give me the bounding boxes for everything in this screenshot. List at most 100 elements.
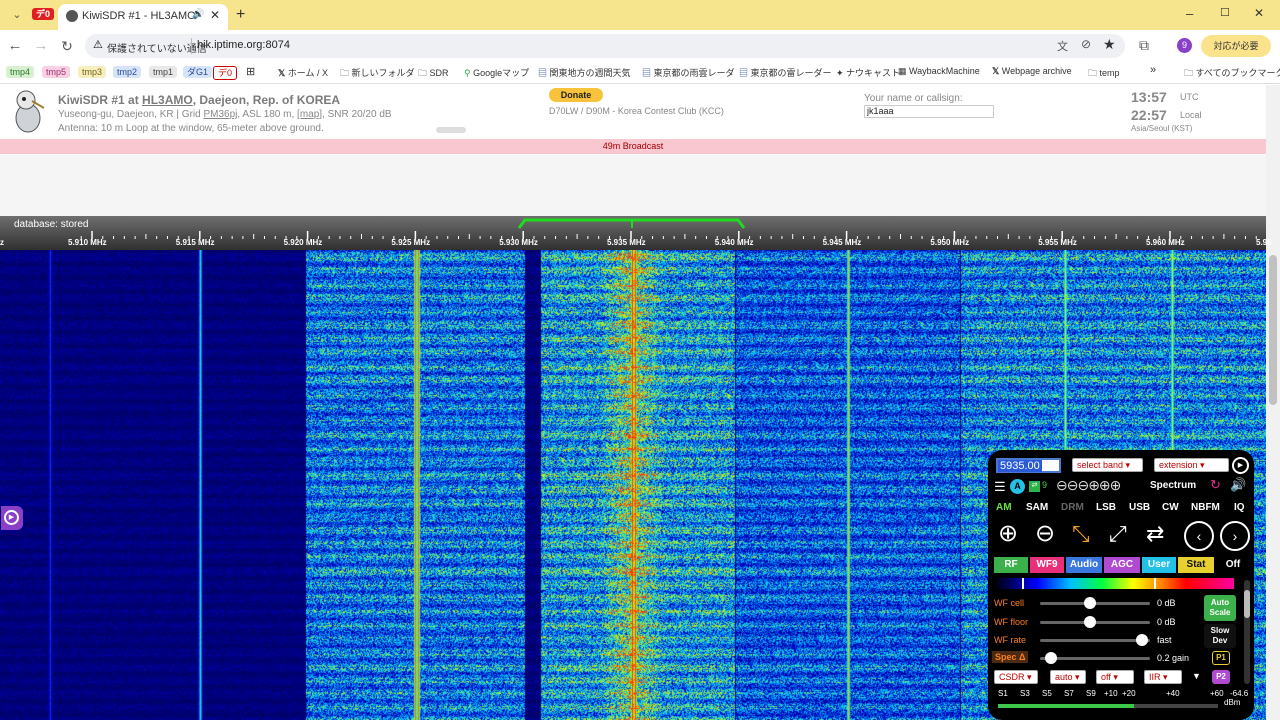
mode-cw[interactable]: CW: [1162, 502, 1179, 513]
apps-grid-icon[interactable]: ⊞: [246, 65, 255, 78]
active-tab[interactable]: KiwiSDR #1 - HL3AMO 🔊 ✕: [58, 4, 228, 30]
preset-p2-button[interactable]: P2: [1212, 670, 1230, 684]
bookmark-group-tmp4[interactable]: tmp4: [6, 66, 35, 78]
zoom-band-icon[interactable]: ⤡: [1072, 520, 1090, 548]
tab-off[interactable]: Off: [1216, 557, 1250, 573]
mode-lsb[interactable]: LSB: [1096, 502, 1116, 513]
callsign-link[interactable]: HL3AMO: [142, 93, 193, 107]
grid-link[interactable]: PM36pj: [203, 109, 237, 120]
bookmark-item[interactable]: ▤ 関東地方の週間天気: [538, 66, 631, 79]
extensions-icon[interactable]: ⧉: [1139, 37, 1149, 54]
vfo-a-button[interactable]: A: [1010, 479, 1025, 494]
page-left-icon[interactable]: ‹: [1184, 521, 1214, 551]
tab-agc[interactable]: AGC: [1104, 557, 1140, 573]
back-icon[interactable]: ←: [4, 35, 26, 57]
tab-stat[interactable]: Stat: [1178, 557, 1214, 573]
bookmark-item[interactable]: 🗀 SDR: [418, 66, 449, 82]
address-bar[interactable]: ⚠ 保護されていない通信 hik.iptime.org:8074 文 ⊘ ★: [85, 34, 1125, 58]
frequency-scale[interactable]: database: stored z 5.96 5.910 MHz 5.915 M…: [0, 216, 1272, 250]
spec-delta-button[interactable]: Spec Δ: [992, 651, 1029, 663]
zoom-out-icon[interactable]: ⊖: [1035, 520, 1055, 548]
wf-rate-knob[interactable]: [1136, 634, 1149, 646]
bookmark-group-de0[interactable]: デ0: [213, 66, 238, 80]
more-bookmarks-button[interactable]: »: [1150, 64, 1156, 76]
close-window-button[interactable]: ✕: [1254, 6, 1264, 20]
maximize-button[interactable]: ☐: [1220, 6, 1230, 19]
bookmark-item[interactable]: 🗀 新しいフォルダ: [340, 66, 415, 82]
donate-button[interactable]: Donate: [549, 88, 603, 102]
wf-floor-knob[interactable]: [1083, 616, 1096, 628]
bookmark-group-tmp1[interactable]: tmp1: [149, 66, 178, 78]
close-tab-icon[interactable]: ✕: [210, 8, 220, 22]
page-right-icon[interactable]: ›: [1220, 521, 1250, 551]
url-text[interactable]: hik.iptime.org:8074: [197, 39, 290, 51]
refresh-icon[interactable]: ↻: [1210, 477, 1221, 493]
tab-group-badge[interactable]: デ0: [32, 8, 55, 20]
minimize-button[interactable]: –: [1186, 6, 1193, 21]
volume-icon[interactable]: 🔊: [1230, 477, 1246, 493]
spectrum-button[interactable]: Spectrum: [1150, 480, 1196, 491]
collapse-header-handle[interactable]: [436, 127, 466, 133]
play-icon[interactable]: ▶: [1232, 457, 1249, 474]
wf-cell-knob[interactable]: [1083, 597, 1096, 609]
zoom-max-icon[interactable]: ⤢: [1109, 520, 1127, 548]
side-panel-toggle[interactable]: ▶: [1, 506, 23, 530]
menu-icon[interactable]: ☰: [994, 479, 1006, 495]
zoom-in-icon[interactable]: ⊕: [998, 520, 1018, 548]
mode-sam[interactable]: SAM: [1026, 502, 1048, 513]
tab-wf[interactable]: WF9: [1030, 557, 1064, 573]
noise-select[interactable]: auto ▾: [1050, 670, 1086, 684]
iir-select[interactable]: IIR ▾: [1144, 670, 1182, 684]
colormap-min-marker[interactable]: [1022, 578, 1024, 589]
tab-rf[interactable]: RF: [994, 557, 1028, 573]
tab-user[interactable]: User: [1142, 557, 1176, 573]
colormap-bar[interactable]: [994, 578, 1234, 589]
forward-icon[interactable]: →: [30, 35, 52, 57]
bookmark-item[interactable]: ▦ WaybackMachine: [898, 66, 980, 77]
frequency-input[interactable]: 5935.00: [996, 458, 1061, 473]
bookmark-group-tmp3[interactable]: tmp3: [78, 66, 107, 78]
scrollbar-thumb[interactable]: [1269, 255, 1277, 405]
filter-select[interactable]: off ▾: [1096, 670, 1134, 684]
mode-iq[interactable]: IQ: [1234, 502, 1245, 513]
map-link[interactable]: [map]: [297, 109, 322, 120]
zoom-fit-icon[interactable]: ⇄: [1146, 520, 1164, 548]
colormap-max-marker[interactable]: [1154, 578, 1156, 589]
page-scrollbar[interactable]: [1266, 85, 1280, 720]
expand-arrow-icon[interactable]: ▼: [1192, 671, 1201, 681]
mode-usb[interactable]: USB: [1129, 502, 1150, 513]
action-required-button[interactable]: 対応が必要: [1201, 35, 1271, 57]
bookmark-group-g1[interactable]: ダG1: [183, 66, 213, 78]
mode-drm[interactable]: DRM: [1061, 502, 1084, 513]
translate-icon[interactable]: 文: [1057, 38, 1068, 54]
bookmark-item[interactable]: ▤ 東京都の雷レーダー: [739, 66, 832, 79]
bookmark-item[interactable]: 𝕏 ホーム / X: [278, 66, 328, 79]
preset-p1-button[interactable]: P1: [1212, 651, 1230, 665]
extension-select[interactable]: extension ▾: [1154, 458, 1229, 472]
callsign-input[interactable]: jk1aaa: [864, 105, 994, 118]
bookmark-item[interactable]: ⚲ Googleマップ: [464, 66, 529, 79]
bookmark-item[interactable]: ▤ 東京都の雨雲レーダ: [642, 66, 735, 79]
profile-avatar[interactable]: 9: [1177, 38, 1192, 53]
zoom-step-buttons[interactable]: ⊖⊖⊖⊕⊕⊕: [1056, 477, 1121, 494]
reload-icon[interactable]: ↻: [56, 35, 78, 57]
demod-select[interactable]: CSDR ▾: [994, 670, 1038, 684]
band-bar[interactable]: 49m Broadcast: [0, 139, 1266, 154]
bookmark-group-tmp2[interactable]: tmp2: [113, 66, 142, 78]
wf-rate-track[interactable]: [1040, 639, 1150, 642]
tab-search-icon[interactable]: ⌄: [6, 4, 28, 26]
mode-nbfm[interactable]: NBFM: [1191, 502, 1220, 513]
vfo-swap-icon[interactable]: ⇄: [1029, 481, 1040, 492]
bookmark-item[interactable]: ✦ ナウキャスト: [836, 66, 900, 79]
bookmark-group-tmp5[interactable]: tmp5: [42, 66, 71, 78]
spec-delta-knob[interactable]: [1045, 652, 1057, 664]
new-tab-icon[interactable]: +: [236, 6, 245, 24]
slow-dev-button[interactable]: Slow Dev: [1204, 624, 1236, 648]
tab-audio[interactable]: Audio: [1066, 557, 1102, 573]
bookmark-item[interactable]: 🗀 temp: [1088, 66, 1120, 82]
all-bookmarks[interactable]: 🗀 すべてのブックマーク: [1184, 66, 1280, 82]
eye-off-icon[interactable]: ⊘: [1081, 37, 1091, 51]
band-select[interactable]: select band ▾: [1072, 458, 1143, 472]
auto-scale-button[interactable]: Auto Scale: [1204, 595, 1236, 621]
mode-am[interactable]: AM: [996, 502, 1012, 513]
